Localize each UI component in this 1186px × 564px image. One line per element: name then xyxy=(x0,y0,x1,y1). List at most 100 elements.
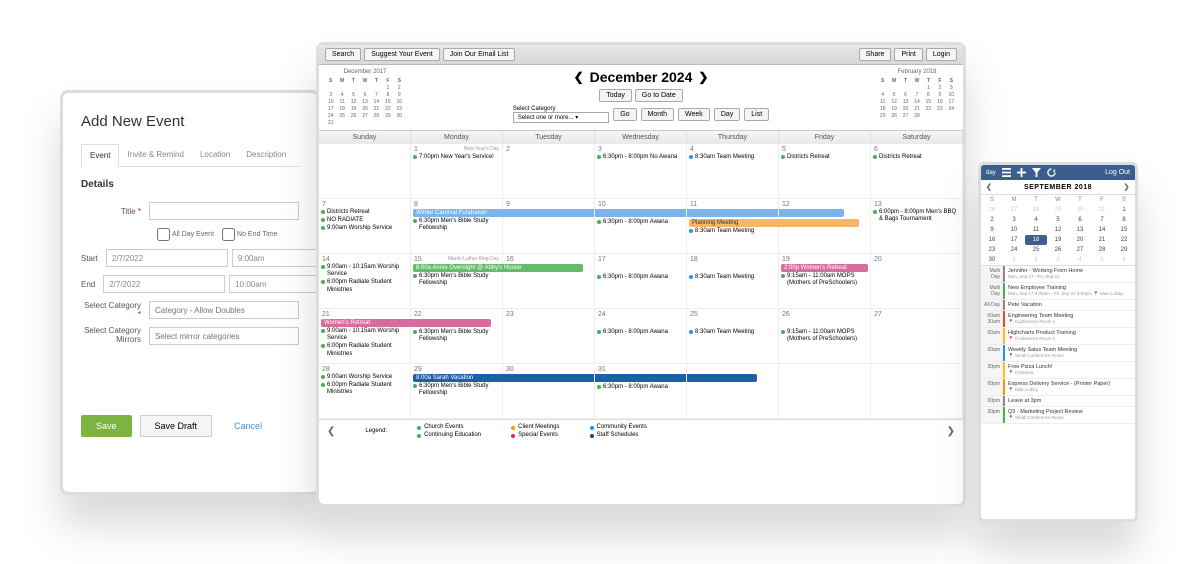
category-select[interactable] xyxy=(149,301,299,319)
day-cell[interactable]: 6 Districts Retreat xyxy=(871,144,963,199)
end-date-input[interactable] xyxy=(103,275,225,293)
day-cell[interactable]: 28 9:00am Worship Service 6:00pm Radiate… xyxy=(319,364,411,419)
mobile-day[interactable]: 14 xyxy=(1091,225,1113,235)
mobile-day[interactable]: 1 xyxy=(1113,205,1135,215)
join-email-button[interactable]: Join Our Email List xyxy=(443,48,516,61)
day-cell[interactable]: 18 8:30am Team Meeting xyxy=(687,254,779,309)
day-cell[interactable]: 25 8:30am Team Meeting xyxy=(687,309,779,364)
day-cell[interactable]: 9 xyxy=(503,199,595,254)
mobile-day[interactable]: 18 xyxy=(1025,235,1047,245)
view-list[interactable]: List xyxy=(744,108,769,121)
prev-month-button[interactable]: ❮ xyxy=(574,70,584,84)
legend-next-icon[interactable]: ❯ xyxy=(947,426,955,437)
share-button[interactable]: Share xyxy=(859,48,892,61)
day-cell[interactable]: 19 2:00p Women's Retreat 9:15am - 11:00a… xyxy=(779,254,871,309)
mini-cal-right[interactable]: February 2018 SMTWTFS1234567891011121314… xyxy=(877,69,957,119)
day-cell[interactable] xyxy=(871,364,963,419)
plus-icon[interactable] xyxy=(1017,168,1026,177)
login-button[interactable]: Login xyxy=(926,48,957,61)
mirrors-select[interactable] xyxy=(149,327,299,345)
day-cell[interactable]: 3 6:30pm - 8:00pm No Awana xyxy=(595,144,687,199)
day-cell[interactable]: 23 xyxy=(503,309,595,364)
mobile-day[interactable]: 15 xyxy=(1113,225,1135,235)
goto-date-button[interactable]: Go to Date xyxy=(635,89,683,102)
noend-checkbox[interactable]: No End Time xyxy=(222,228,277,241)
mobile-day[interactable]: 11 xyxy=(1025,225,1047,235)
refresh-icon[interactable] xyxy=(1047,168,1056,177)
mobile-day[interactable]: 16 xyxy=(981,235,1003,245)
day-cell[interactable]: 21 Women's Retreat 9:00am - 10:15am Wors… xyxy=(319,309,411,364)
day-cell[interactable] xyxy=(319,144,411,199)
day-cell[interactable]: 31 6:30pm - 8:00pm Awana xyxy=(595,364,687,419)
print-button[interactable]: Print xyxy=(894,48,922,61)
mobile-event-item[interactable]: 00amHighcharts Product Training📍 Confere… xyxy=(981,328,1135,345)
day-cell[interactable]: 27 xyxy=(871,309,963,364)
day-cell[interactable]: 14 9:00am - 10:15am Worship Service 6:00… xyxy=(319,254,411,309)
day-cell[interactable]: 13 6:00pm - 8:00pm Men's BBQ & Bags Tour… xyxy=(871,199,963,254)
mobile-next-icon[interactable]: ❯ xyxy=(1124,183,1130,191)
day-cell[interactable]: 17 6:30pm - 8:00pm Awana xyxy=(595,254,687,309)
view-month[interactable]: Month xyxy=(641,108,674,121)
mobile-day[interactable]: 21 xyxy=(1091,235,1113,245)
mobile-event-item[interactable]: 00pmExpress Delivery Service - (Printer … xyxy=(981,379,1135,396)
mobile-day[interactable]: 22 xyxy=(1113,235,1135,245)
day-cell[interactable]: 12 xyxy=(779,199,871,254)
day-cell[interactable]: 26 9:15am - 11:00am MOPS (Mothers of Pre… xyxy=(779,309,871,364)
logout-button[interactable]: Log Out xyxy=(1105,169,1130,176)
mobile-event-item[interactable]: Multi DayJennifer - Working From HomeMon… xyxy=(981,266,1135,283)
mobile-day[interactable]: 24 xyxy=(1003,245,1025,255)
day-cell[interactable]: 30 xyxy=(503,364,595,419)
tab-description[interactable]: Description xyxy=(238,144,294,166)
mobile-event-item[interactable]: 00amWeekly Sales Team Meeting📍 Small Con… xyxy=(981,345,1135,362)
category-dropdown[interactable]: Select one or more... ▾ xyxy=(513,112,609,123)
mobile-day[interactable]: 4 xyxy=(1025,215,1047,225)
day-cell[interactable]: 10 6:30pm - 8:00pm Awana xyxy=(595,199,687,254)
mobile-event-item[interactable]: 30pmFree Pizza Lunch!📍 Cafeteria xyxy=(981,362,1135,379)
legend-prev-icon[interactable]: ❮ xyxy=(327,426,335,437)
mobile-day[interactable]: 23 xyxy=(981,245,1003,255)
search-button[interactable]: Search xyxy=(325,48,361,61)
day-cell[interactable]: 5 Districts Retreat xyxy=(779,144,871,199)
day-cell[interactable]: 8 Winter Carnival Fundraiser 6:30pm Men'… xyxy=(411,199,503,254)
mobile-day[interactable]: 20 xyxy=(1069,235,1091,245)
suggest-event-button[interactable]: Suggest Your Event xyxy=(364,48,440,61)
filter-icon[interactable] xyxy=(1032,168,1041,177)
allday-checkbox[interactable]: All Day Event xyxy=(157,228,214,241)
day-cell[interactable]: 4 8:30am Team Meeting xyxy=(687,144,779,199)
day-cell[interactable]: 2 xyxy=(503,144,595,199)
mobile-mini-cal[interactable]: SMTWTFS262728293031123456789101112131415… xyxy=(981,195,1135,265)
menu-icon[interactable] xyxy=(1002,168,1011,177)
tab-event[interactable]: Event xyxy=(81,144,119,167)
day-cell[interactable]: 22 6:30pm Men's Bible Study Fellowship xyxy=(411,309,503,364)
day-cell[interactable] xyxy=(779,364,871,419)
day-cell[interactable]: 1New Year's Day 7:00pm New Year's Servic… xyxy=(411,144,503,199)
mobile-event-item[interactable]: 30pmQ3 - Marketing Project Review📍 Small… xyxy=(981,407,1135,424)
mobile-day[interactable]: 5 xyxy=(1047,215,1069,225)
mobile-day[interactable]: 26 xyxy=(1047,245,1069,255)
tab-invite[interactable]: Invite & Remind xyxy=(119,144,191,166)
day-cell[interactable]: 16 xyxy=(503,254,595,309)
tab-location[interactable]: Location xyxy=(192,144,238,166)
view-week[interactable]: Week xyxy=(678,108,710,121)
mobile-day[interactable]: 12 xyxy=(1047,225,1069,235)
day-cell[interactable]: 24 6:30pm - 8:00pm Awana xyxy=(595,309,687,364)
mobile-day[interactable]: 10 xyxy=(1003,225,1025,235)
mobile-day[interactable]: 27 xyxy=(1069,245,1091,255)
today-button[interactable]: Today xyxy=(599,89,632,102)
next-month-button[interactable]: ❯ xyxy=(698,70,708,84)
day-cell[interactable]: 15Martin Luther King Day 8:00a Annie Ove… xyxy=(411,254,503,309)
mobile-day[interactable]: 30 xyxy=(981,255,1003,265)
mobile-day[interactable]: 29 xyxy=(1113,245,1135,255)
day-cell[interactable]: 11 Planning Meeting 8:30am Team Meeting xyxy=(687,199,779,254)
mobile-day[interactable]: 17 xyxy=(1003,235,1025,245)
mobile-event-item[interactable]: 00pmLeave at 3pm xyxy=(981,396,1135,407)
mobile-day[interactable]: 2 xyxy=(981,215,1003,225)
title-input[interactable] xyxy=(149,202,299,220)
mobile-event-item[interactable]: 00am 30amEngineering Team Meeting📍 Confe… xyxy=(981,311,1135,328)
mobile-day[interactable]: 9 xyxy=(981,225,1003,235)
mobile-day[interactable]: 28 xyxy=(1091,245,1113,255)
view-day[interactable]: Day xyxy=(714,108,740,121)
start-date-input[interactable] xyxy=(106,249,228,267)
save-draft-button[interactable]: Save Draft xyxy=(140,415,213,437)
mobile-day[interactable]: 25 xyxy=(1025,245,1047,255)
